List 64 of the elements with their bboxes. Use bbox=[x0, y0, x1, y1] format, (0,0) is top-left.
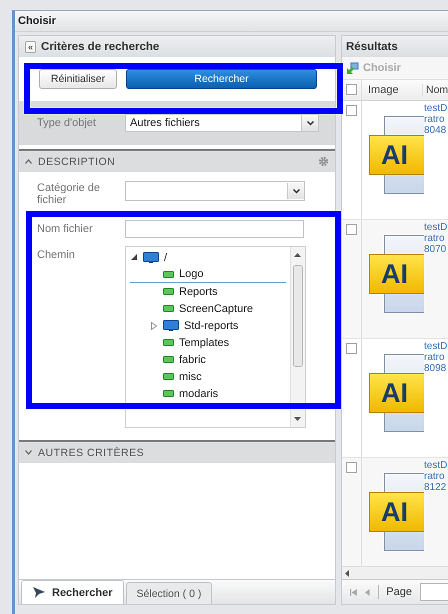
checkbox[interactable] bbox=[346, 84, 357, 95]
folder-icon bbox=[163, 356, 174, 363]
checkbox[interactable] bbox=[346, 462, 357, 473]
tree-item[interactable]: Logo bbox=[179, 268, 204, 280]
down-arrow-icon bbox=[294, 417, 301, 421]
collapse-button[interactable]: « bbox=[25, 40, 36, 52]
section-header[interactable]: DESCRIPTION bbox=[19, 149, 335, 172]
previous-page-icon bbox=[364, 588, 370, 596]
file-thumbnail: AI bbox=[369, 492, 424, 532]
file-thumbnail: AI bbox=[369, 135, 424, 175]
folder-icon bbox=[163, 390, 174, 397]
horizontal-scrollbar[interactable] bbox=[342, 566, 448, 579]
checkbox[interactable] bbox=[346, 343, 357, 354]
folder-icon bbox=[163, 339, 174, 346]
column-header[interactable]: Nom bbox=[422, 84, 448, 96]
file-name[interactable]: testD ratro 8122 bbox=[424, 458, 448, 566]
folder-icon bbox=[163, 373, 174, 380]
folder-icon bbox=[163, 305, 174, 312]
section-title: DESCRIPTION bbox=[38, 156, 116, 168]
tree-item[interactable]: modaris bbox=[179, 388, 218, 400]
section-header[interactable]: AUTRES CRITÈRES bbox=[19, 440, 335, 463]
panel-title: Critères de recherche bbox=[41, 40, 160, 52]
field-label: Nom fichier bbox=[37, 222, 94, 235]
checkbox[interactable] bbox=[346, 105, 357, 116]
tree-item[interactable]: fabric bbox=[179, 354, 206, 366]
file-name[interactable]: testD ratro 8070 bbox=[424, 220, 448, 338]
up-arrow-icon bbox=[294, 253, 301, 257]
first-page-icon bbox=[350, 588, 357, 596]
panel-title: Résultats bbox=[346, 40, 398, 52]
monitor-icon bbox=[143, 252, 159, 263]
tree-item[interactable]: Reports bbox=[179, 286, 218, 298]
scrollbar[interactable] bbox=[290, 247, 305, 427]
folder-icon bbox=[163, 288, 174, 295]
tree-item[interactable]: ScreenCapture bbox=[179, 302, 253, 314]
page-label: Page bbox=[386, 586, 412, 598]
field-label: Type d'objet bbox=[37, 117, 97, 129]
field-label: Chemin bbox=[37, 248, 76, 261]
page-field[interactable] bbox=[420, 583, 448, 601]
object-type-dropdown[interactable]: Autres fichiers bbox=[125, 114, 319, 132]
tab[interactable]: Rechercher bbox=[21, 580, 124, 604]
file-name[interactable]: testD ratro 8098 bbox=[424, 339, 448, 457]
file-name-field[interactable] bbox=[125, 220, 304, 238]
file-name[interactable]: testD ratro 8048 bbox=[424, 101, 448, 219]
folder-icon bbox=[163, 270, 174, 278]
file-thumbnail: AI bbox=[369, 373, 424, 413]
section-title: AUTRES CRITÈRES bbox=[38, 446, 146, 458]
checkbox[interactable] bbox=[346, 224, 357, 235]
file-thumbnail: AI bbox=[369, 254, 424, 294]
tree-item[interactable]: / bbox=[164, 252, 168, 264]
folder-tree[interactable]: / Logo Reports ScreenCapture Std-reports Templates fabric misc modaris bbox=[125, 246, 306, 428]
window-title: Choisir bbox=[18, 15, 56, 27]
monitor-icon bbox=[163, 320, 179, 331]
tab[interactable]: Sélection ( 0 ) bbox=[126, 582, 212, 604]
arrows-icon bbox=[346, 62, 359, 74]
category-dropdown[interactable] bbox=[125, 181, 305, 201]
tree-item[interactable]: Templates bbox=[179, 336, 230, 348]
search-button[interactable]: Rechercher bbox=[126, 69, 317, 89]
left-arrow-icon bbox=[345, 570, 349, 576]
gear-icon bbox=[318, 156, 329, 167]
tree-item[interactable]: misc bbox=[179, 370, 202, 382]
tree-item[interactable]: Std-reports bbox=[184, 320, 238, 332]
reset-button[interactable]: Réinitialiser bbox=[39, 69, 117, 89]
column-header[interactable]: Image bbox=[362, 84, 422, 96]
field-label: Catégorie de fichier bbox=[37, 182, 101, 206]
